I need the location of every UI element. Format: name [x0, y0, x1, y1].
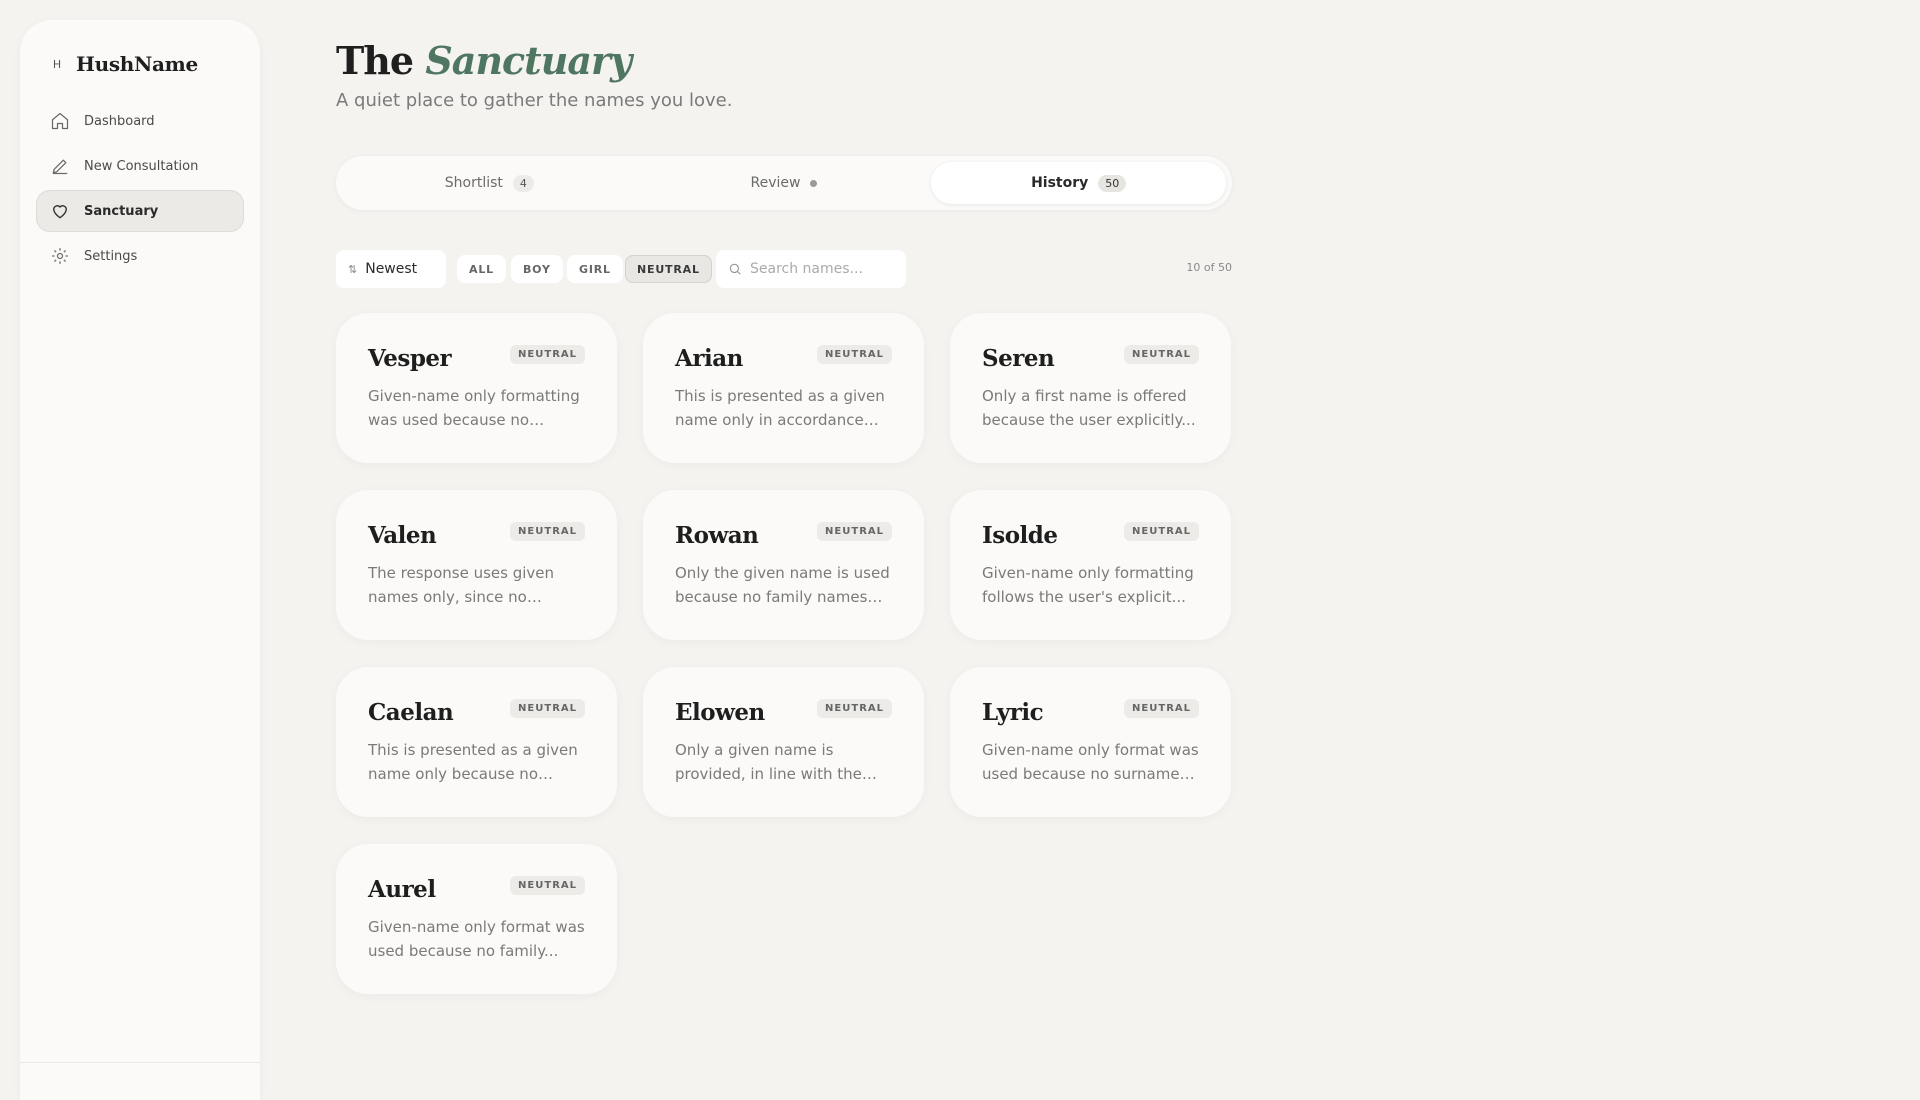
card-description: This is presented as a given name only i… — [675, 387, 885, 429]
gender-badge: NEUTRAL — [510, 876, 585, 895]
name-card[interactable]: Lyric NEUTRAL Given-name only format was… — [950, 667, 1231, 817]
filter-toolbar: ⇅ Newest ALL BOY GIRL NEUTRAL 10 of 50 — [336, 250, 1232, 288]
tab-shortlist[interactable]: Shortlist 4 — [342, 162, 637, 204]
gender-badge: NEUTRAL — [1124, 345, 1199, 364]
tab-count-badge: 50 — [1098, 174, 1127, 192]
filter-neutral[interactable]: NEUTRAL — [625, 255, 712, 283]
card-description: Given-name only formatting follows the u… — [982, 564, 1194, 606]
search-icon — [729, 263, 741, 275]
card-description: The response uses given names only, sinc… — [368, 564, 554, 606]
card-description: Given-name only format was used because … — [368, 918, 585, 960]
tab-indicator-dot — [810, 179, 818, 187]
sidebar-item-label: Settings — [84, 248, 138, 264]
sidebar-nav: Dashboard New Consultation Sanctuary Set… — [36, 100, 244, 280]
gender-badge: NEUTRAL — [817, 699, 892, 718]
search-box[interactable] — [716, 250, 906, 288]
tab-label: Review — [750, 175, 801, 191]
name-card[interactable]: Arian NEUTRAL This is presented as a giv… — [643, 313, 924, 463]
gear-icon — [52, 248, 68, 264]
sidebar-item-label: Sanctuary — [84, 203, 159, 219]
gender-badge: NEUTRAL — [510, 345, 585, 364]
title-prefix: The — [336, 38, 414, 83]
tab-bar: Shortlist 4 Review History 50 — [336, 156, 1232, 210]
gender-badge: NEUTRAL — [817, 345, 892, 364]
sidebar-item-label: New Consultation — [84, 158, 199, 174]
title-accent: Sanctuary — [425, 38, 632, 83]
sidebar-item-settings[interactable]: Settings — [36, 235, 244, 277]
tab-label: Shortlist — [444, 175, 503, 191]
tab-history[interactable]: History 50 — [931, 162, 1227, 204]
sidebar-item-label: Dashboard — [84, 113, 155, 129]
filter-girl[interactable]: GIRL — [567, 255, 623, 283]
name-card[interactable]: Aurel NEUTRAL Given-name only format was… — [336, 844, 617, 994]
sidebar-divider — [20, 1062, 260, 1063]
sidebar-item-dashboard[interactable]: Dashboard — [36, 100, 244, 142]
gender-badge: NEUTRAL — [817, 522, 892, 541]
gender-badge: NEUTRAL — [510, 699, 585, 718]
name-card[interactable]: Valen NEUTRAL The response uses given na… — [336, 490, 617, 640]
sidebar: H HushName Dashboard New Consultation Sa… — [20, 20, 260, 1100]
search-input[interactable] — [750, 261, 890, 277]
pencil-icon — [52, 159, 68, 175]
sidebar-item-sanctuary[interactable]: Sanctuary — [36, 190, 244, 232]
name-card[interactable]: Elowen NEUTRAL Only a given name is prov… — [643, 667, 924, 817]
name-card[interactable]: Rowan NEUTRAL Only the given name is use… — [643, 490, 924, 640]
tab-label: History — [1031, 175, 1089, 191]
filter-boy[interactable]: BOY — [511, 255, 563, 283]
name-card-grid: Vesper NEUTRAL Given-name only formattin… — [336, 313, 1232, 994]
name-card[interactable]: Isolde NEUTRAL Given-name only formattin… — [950, 490, 1231, 640]
brand-logo-icon: H — [52, 57, 62, 71]
card-description: Only the given name is used because no f… — [675, 564, 890, 606]
card-description: Given-name only format was used because … — [982, 741, 1199, 783]
page-title: The Sanctuary — [336, 38, 632, 83]
brand-name: HushName — [76, 52, 198, 76]
home-icon — [51, 112, 69, 130]
name-card[interactable]: Caelan NEUTRAL This is presented as a gi… — [336, 667, 617, 817]
gender-badge: NEUTRAL — [510, 522, 585, 541]
sort-label: Newest — [365, 261, 418, 277]
card-description: Only a first name is offered because the… — [982, 387, 1196, 429]
card-description: This is presented as a given name only b… — [368, 741, 578, 783]
brand[interactable]: H HushName — [50, 52, 198, 76]
sidebar-item-new-consultation[interactable]: New Consultation — [36, 145, 244, 187]
heart-icon — [53, 205, 67, 219]
result-count: 10 of 50 — [1186, 261, 1232, 274]
filter-all[interactable]: ALL — [457, 255, 506, 283]
sort-dropdown[interactable]: ⇅ Newest — [336, 250, 446, 288]
card-description: Only a given name is provided, in line w… — [675, 741, 862, 783]
name-card[interactable]: Seren NEUTRAL Only a first name is offer… — [950, 313, 1231, 463]
tab-review[interactable]: Review — [637, 162, 932, 204]
page-subtitle: A quiet place to gather the names you lo… — [336, 90, 733, 111]
card-description: Given-name only formatting was used beca… — [368, 387, 580, 429]
tab-count-badge: 4 — [512, 174, 534, 192]
gender-badge: NEUTRAL — [1124, 522, 1199, 541]
sort-icon: ⇅ — [348, 262, 358, 276]
name-card[interactable]: Vesper NEUTRAL Given-name only formattin… — [336, 313, 617, 463]
gender-badge: NEUTRAL — [1124, 699, 1199, 718]
